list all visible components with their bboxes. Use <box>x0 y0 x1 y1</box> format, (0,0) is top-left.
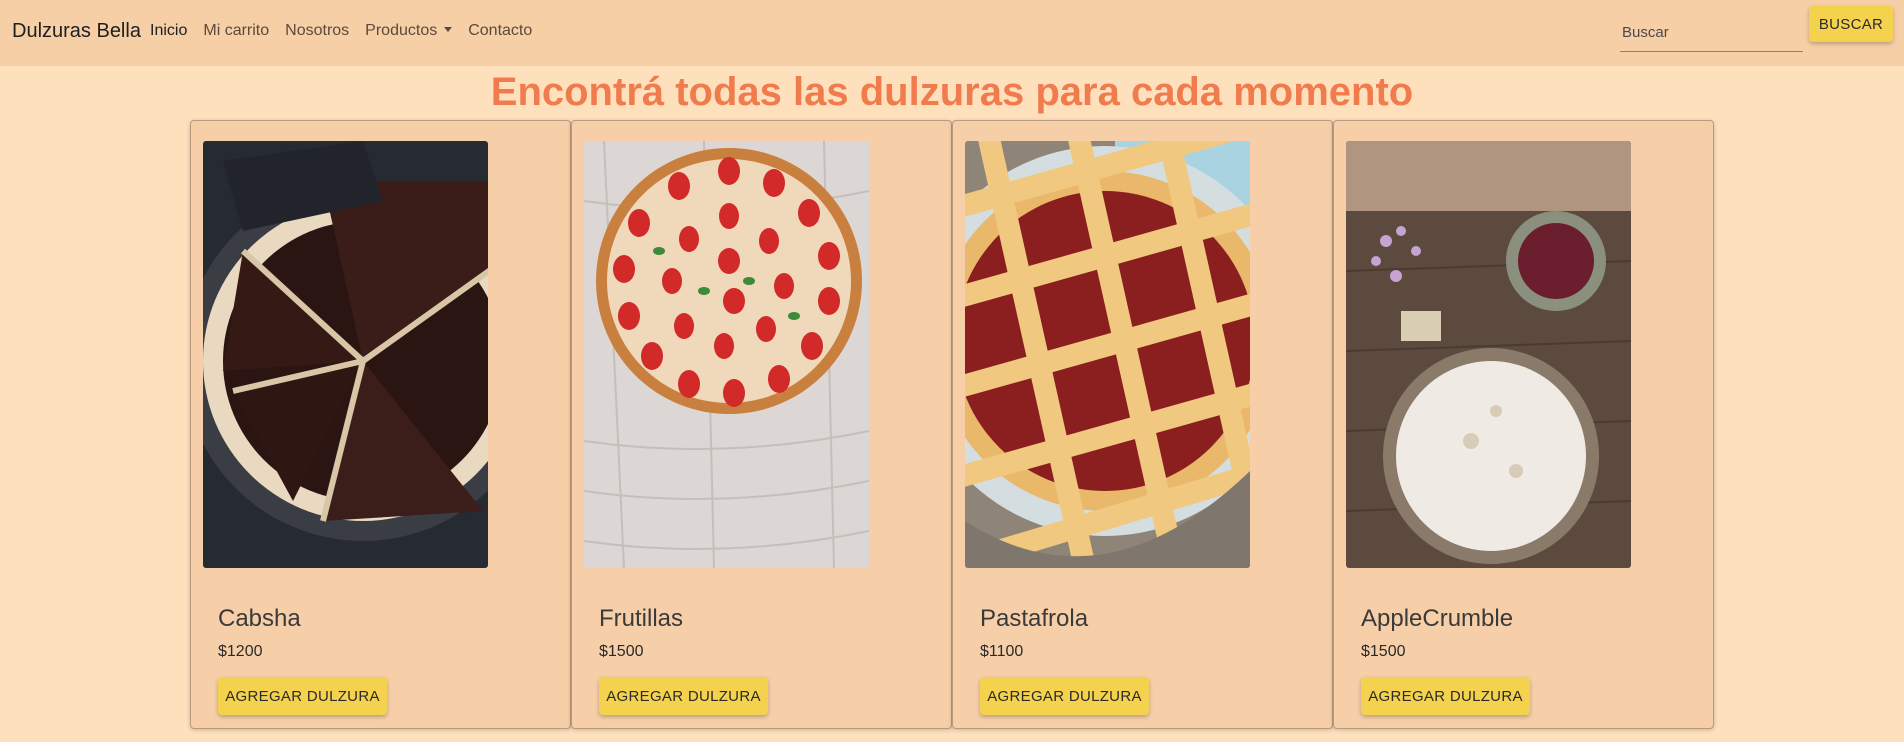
navbar: Dulzuras Bella Inicio Mi carrito Nosotro… <box>0 0 1904 66</box>
nav-dropdown-label: Productos <box>365 22 438 39</box>
caret-down-icon <box>444 27 453 32</box>
add-to-cart-button[interactable]: AGREGAR DULZURA <box>599 677 768 715</box>
nav-links: Inicio Mi carrito Nosotros Productos Con… <box>150 22 548 40</box>
page-title: Encontrá todas las dulzuras para cada mo… <box>490 70 1414 114</box>
product-price: $1500 <box>599 643 644 660</box>
nav-link-mi-carrito[interactable]: Mi carrito <box>203 22 269 40</box>
product-price: $1200 <box>218 643 263 660</box>
product-grid: Cabsha $1200 AGREGAR DULZURA Frutillas $… <box>190 120 1714 729</box>
brand-logo[interactable]: Dulzuras Bella <box>12 20 141 43</box>
product-image-frutillas <box>584 141 869 568</box>
product-name: Cabsha <box>218 605 301 632</box>
product-price: $1100 <box>980 643 1024 660</box>
product-price: $1500 <box>1361 643 1406 660</box>
product-image-applecrumble <box>1346 141 1631 568</box>
nav-link-nosotros[interactable]: Nosotros <box>285 22 349 40</box>
product-card: AppleCrumble $1500 AGREGAR DULZURA <box>1333 120 1714 729</box>
search-button[interactable]: BUSCAR <box>1809 6 1893 42</box>
product-name: Frutillas <box>599 605 684 632</box>
product-image-pastafrola <box>965 141 1250 568</box>
product-card: Frutillas $1500 AGREGAR DULZURA <box>571 120 952 729</box>
add-to-cart-button[interactable]: AGREGAR DULZURA <box>980 677 1149 715</box>
nav-link-contacto[interactable]: Contacto <box>468 22 532 40</box>
product-card: Pastafrola $1100 AGREGAR DULZURA <box>952 120 1333 729</box>
product-name: AppleCrumble <box>1361 605 1514 632</box>
search-input[interactable] <box>1620 14 1803 52</box>
product-card: Cabsha $1200 AGREGAR DULZURA <box>190 120 571 729</box>
product-name: Pastafrola <box>980 605 1089 632</box>
nav-dropdown-productos[interactable]: Productos <box>365 22 453 40</box>
add-to-cart-button[interactable]: AGREGAR DULZURA <box>218 677 387 715</box>
nav-link-inicio[interactable]: Inicio <box>150 22 187 40</box>
product-image-cabsha <box>203 141 488 568</box>
add-to-cart-button[interactable]: AGREGAR DULZURA <box>1361 677 1530 715</box>
